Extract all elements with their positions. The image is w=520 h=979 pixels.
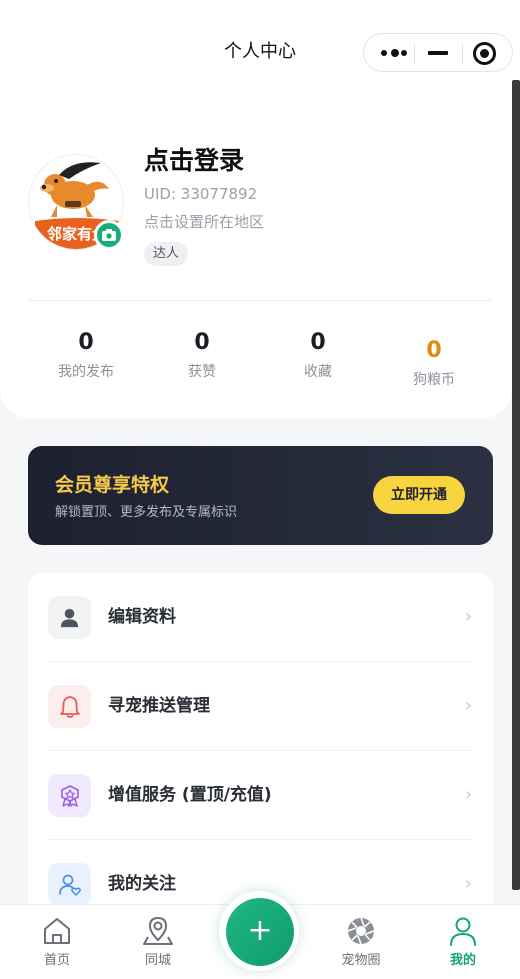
follow-icon	[48, 863, 91, 906]
vip-subtitle: 解锁置顶、更多发布及专属标识	[55, 505, 238, 520]
stat-label: 收藏	[304, 364, 332, 380]
stat-value: 0	[194, 330, 210, 355]
stat-value: 0	[78, 330, 94, 355]
menu-item-label: 寻宠推送管理	[108, 696, 210, 716]
location-icon	[142, 915, 174, 947]
vip-banner[interactable]: 会员尊享特权 解锁置顶、更多发布及专属标识 立即开通	[28, 446, 493, 545]
chevron-right-icon: ›	[464, 606, 472, 627]
tab-label: 同城	[144, 953, 171, 968]
menu-item-value-added[interactable]: 增值服务 (置顶/充值) ›	[48, 751, 472, 840]
minimize-icon[interactable]	[428, 51, 448, 55]
tab-label: 宠物圈	[341, 953, 381, 968]
menu-item-pet-alert[interactable]: 寻宠推送管理 ›	[48, 662, 472, 751]
stat-value: 0	[426, 338, 442, 363]
add-post-button[interactable]: +	[226, 898, 294, 966]
profile-icon	[447, 915, 479, 947]
capsule-divider	[462, 43, 463, 64]
camera-icon[interactable]	[94, 220, 124, 250]
vip-title: 会员尊享特权	[55, 474, 170, 496]
tab-pet-circle[interactable]: 宠物圈	[321, 905, 401, 979]
capsule-divider	[414, 43, 415, 64]
user-icon	[48, 596, 91, 639]
menu-card: 编辑资料 › 寻宠推送管理 › 增值服务 (置顶/充值) › 我的关注 ›	[28, 573, 493, 933]
stat-favorites[interactable]: 0 收藏	[260, 328, 376, 382]
bell-icon	[48, 685, 91, 728]
chevron-right-icon: ›	[464, 873, 472, 894]
profile-card: 邻家有犬 点击登录 UID: 33077892 点击设置所在地区 达人 0 我的…	[0, 80, 512, 418]
tab-nearby[interactable]: 同城	[118, 905, 198, 979]
divider	[28, 300, 492, 301]
stat-likes[interactable]: 0 获赞	[144, 328, 260, 382]
chevron-right-icon: ›	[464, 784, 472, 805]
navbar: 个人中心	[0, 0, 520, 80]
aperture-icon	[345, 915, 377, 947]
tab-label: 首页	[43, 953, 70, 968]
stat-label: 我的发布	[58, 364, 114, 380]
scrollbar[interactable]	[512, 80, 520, 890]
menu-item-edit-profile[interactable]: 编辑资料 ›	[48, 573, 472, 662]
tab-mine[interactable]: 我的	[423, 905, 503, 979]
user-tag: 达人	[144, 242, 189, 266]
chevron-right-icon: ›	[464, 695, 472, 716]
login-button[interactable]: 点击登录	[144, 144, 244, 178]
stat-coins[interactable]: 0 狗粮币	[376, 336, 492, 390]
vip-activate-button[interactable]: 立即开通	[373, 476, 465, 514]
badge-icon	[48, 774, 91, 817]
stat-label: 狗粮币	[413, 372, 455, 388]
stat-label: 获赞	[188, 364, 216, 380]
menu-item-label: 编辑资料	[108, 607, 176, 627]
user-id: UID: 33077892	[144, 185, 258, 203]
stat-value: 0	[310, 330, 326, 355]
tab-label: 我的	[449, 953, 476, 968]
tab-home[interactable]: 首页	[17, 905, 97, 979]
region-setting[interactable]: 点击设置所在地区	[144, 212, 264, 232]
home-icon	[41, 915, 73, 947]
menu-item-label: 增值服务 (置顶/充值)	[108, 785, 272, 805]
more-icon[interactable]	[381, 46, 407, 60]
close-icon[interactable]	[473, 42, 496, 65]
miniprogram-capsule	[363, 33, 513, 72]
menu-item-label: 我的关注	[108, 874, 176, 894]
stat-posts[interactable]: 0 我的发布	[28, 328, 144, 382]
